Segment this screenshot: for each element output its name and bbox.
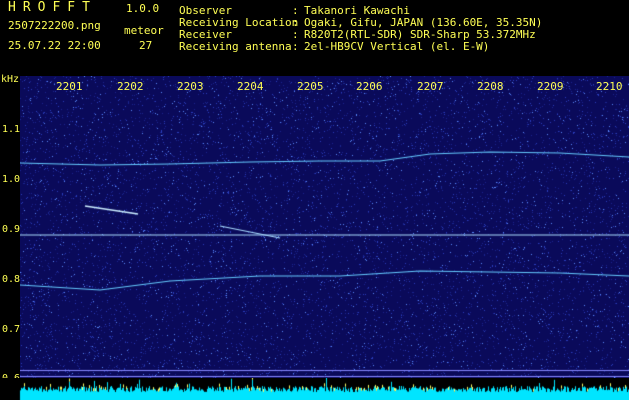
signal-level-strip: [0, 378, 629, 400]
x-tick-2206: 2206: [356, 80, 383, 93]
x-tick-2201: 2201: [56, 80, 83, 93]
x-tick-2209: 2209: [537, 80, 564, 93]
x-tick-2207: 2207: [417, 80, 444, 93]
app-title: HROFFT: [8, 0, 97, 15]
x-tick-2208: 2208: [477, 80, 504, 93]
x-tick-2210: 2210: [596, 80, 623, 93]
antenna-value: 2el-HB9CV Vertical (el. E-W): [304, 40, 490, 53]
antenna-label: Receiving antenna: [179, 40, 292, 53]
spectrogram-canvas: [20, 76, 629, 378]
spectrogram-plot: [20, 76, 629, 378]
app-version: 1.0.0: [126, 2, 160, 15]
x-tick-2203: 2203: [177, 80, 204, 93]
x-tick-2205: 2205: [297, 80, 324, 93]
date-time: 25.07.22 22:00: [8, 39, 101, 52]
axis-unit: kHz: [1, 74, 20, 85]
y-tick-0-7: 0.7: [2, 324, 21, 335]
file-name: 2507222200.png: [8, 19, 101, 32]
header-panel: HROFFT 1.0.0 2507222200.png meteor 25.07…: [0, 0, 629, 75]
y-tick-0-9: 0.9: [2, 224, 21, 235]
x-tick-2204: 2204: [237, 80, 264, 93]
y-tick-1-0: 1.0: [2, 174, 21, 185]
x-tick-2202: 2202: [117, 80, 144, 93]
meteor-count: 27: [139, 39, 153, 52]
antenna-colon: :: [292, 40, 299, 53]
y-tick-1-1: 1.1: [2, 124, 21, 135]
y-tick-0-8: 0.8: [2, 274, 21, 285]
meteor-label: meteor: [124, 24, 164, 37]
